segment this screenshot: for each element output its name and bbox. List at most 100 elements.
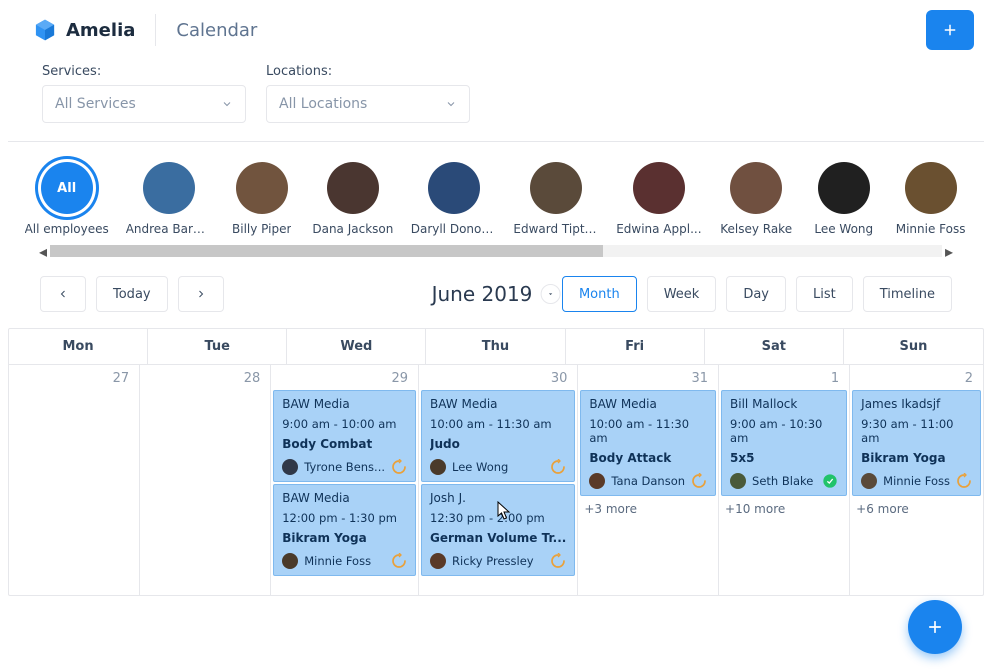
weekday-header: Thu [426,329,565,365]
day-number: 27 [9,365,139,390]
brand-text: Amelia [66,20,135,41]
next-button[interactable] [178,276,224,312]
employee-9[interactable]: Minnie Foss [905,162,956,236]
more-events-link[interactable]: +10 more [719,496,849,516]
calendar-event[interactable]: BAW Media12:00 pm - 1:30 pmBikram YogaMi… [273,484,416,576]
avatar [282,553,298,569]
day-number: 1 [719,365,849,390]
view-list-button[interactable]: List [796,276,853,312]
calendar-cell[interactable]: 27 [9,365,140,595]
month-label[interactable]: June 2019 [432,282,561,306]
event-service: Judo [430,437,566,451]
calendar-event[interactable]: BAW Media9:00 am - 10:00 amBody CombatTy… [273,390,416,482]
avatar [282,459,298,475]
day-number: 2 [850,365,983,390]
employee-1[interactable]: Andrea Barber [137,162,200,236]
fab-add-button[interactable] [908,600,962,654]
pending-icon [691,473,707,489]
add-button[interactable] [926,10,974,50]
calendar-cell[interactable]: 28 [140,365,271,595]
weekday-header: Fri [566,329,705,365]
prev-button[interactable] [40,276,86,312]
chevron-right-icon [195,288,207,300]
calendar-event[interactable]: James Ikadsjf9:30 am - 11:00 amBikram Yo… [852,390,981,496]
view-week-button[interactable]: Week [647,276,717,312]
plus-icon [925,617,945,637]
employee-name: Daryll Donov... [411,222,497,236]
locations-select[interactable]: All Locations [266,85,470,123]
employee-7[interactable]: Kelsey Rake [730,162,782,236]
avatar [589,473,605,489]
pending-icon [391,553,407,569]
employee-5[interactable]: Edward Tipton [525,162,588,236]
event-employee: Seth Blake [752,474,816,488]
check-circle-icon [822,473,838,489]
scroll-right-icon[interactable]: ▸ [942,244,956,258]
today-button[interactable]: Today [96,276,168,312]
calendar-cell[interactable]: 2James Ikadsjf9:30 am - 11:00 amBikram Y… [850,365,983,595]
avatar [905,162,957,214]
scroll-left-icon[interactable]: ◂ [36,244,50,258]
employee-name: All employees [25,222,109,236]
calendar-cell[interactable]: 29BAW Media9:00 am - 10:00 amBody Combat… [271,365,419,595]
month-caret[interactable] [540,284,560,304]
avatar [861,473,877,489]
event-client: BAW Media [430,397,566,411]
employee-name: Dana Jackson [312,222,393,236]
weekday-header: Mon [9,329,148,365]
employee-2[interactable]: Billy Piper [240,162,283,236]
chevron-down-icon [445,98,457,110]
more-events-link[interactable]: +3 more [578,496,718,516]
day-number: 30 [419,365,577,390]
event-employee: Minnie Foss [883,474,950,488]
services-select[interactable]: All Services [42,85,246,123]
event-service: Bikram Yoga [861,451,972,465]
day-number: 29 [271,365,418,390]
event-service: 5x5 [730,451,838,465]
avatar [143,162,195,214]
event-time: 9:00 am - 10:00 am [282,417,407,431]
event-time: 12:30 pm - 2:00 pm [430,511,566,525]
event-time: 10:00 am - 11:30 am [589,417,707,445]
view-timeline-button[interactable]: Timeline [863,276,952,312]
pending-icon [550,459,566,475]
avatar [530,162,582,214]
calendar-cell[interactable]: 30BAW Media10:00 am - 11:30 amJudoLee Wo… [419,365,578,595]
view-day-button[interactable]: Day [726,276,786,312]
employee-3[interactable]: Dana Jackson [323,162,382,236]
scroll-thumb[interactable] [50,245,603,257]
calendar-event[interactable]: BAW Media10:00 am - 11:30 amBody AttackT… [580,390,716,496]
avatar [730,162,782,214]
calendar-cell[interactable]: 1Bill Mallock9:00 am - 10:30 am5x5Seth B… [719,365,850,595]
pending-icon [391,459,407,475]
employee-8[interactable]: Lee Wong [822,162,865,236]
day-number: 28 [140,365,270,390]
avatar [236,162,288,214]
avatar [633,162,685,214]
page-title: Calendar [176,20,257,41]
employee-all[interactable]: AllAll employees [36,162,97,236]
calendar-cell[interactable]: 31BAW Media10:00 am - 11:30 amBody Attac… [578,365,719,595]
avatar [818,162,870,214]
employee-4[interactable]: Daryll Donov... [422,162,485,236]
locations-value: All Locations [279,96,367,112]
event-employee: Ricky Pressley [452,554,544,568]
avatar [428,162,480,214]
event-service: Body Attack [589,451,707,465]
caret-down-icon [546,290,554,298]
event-employee: Tyrone Bens... [304,460,385,474]
event-client: BAW Media [282,397,407,411]
employee-6[interactable]: Edwina Appl... [628,162,690,236]
event-employee: Lee Wong [452,460,544,474]
more-events-link[interactable]: +6 more [850,496,983,516]
calendar-event[interactable]: Josh J.12:30 pm - 2:00 pmGerman Volume T… [421,484,575,576]
employees-scrollbar[interactable]: ◂ ▸ [36,244,956,258]
avatar [327,162,379,214]
calendar-event[interactable]: Bill Mallock9:00 am - 10:30 am5x5Seth Bl… [721,390,847,496]
brand: Amelia [32,17,135,43]
view-month-button[interactable]: Month [562,276,637,312]
event-employee: Tana Danson [611,474,685,488]
event-time: 12:00 pm - 1:30 pm [282,511,407,525]
calendar-event[interactable]: BAW Media10:00 am - 11:30 amJudoLee Wong [421,390,575,482]
scroll-track[interactable] [50,245,942,257]
